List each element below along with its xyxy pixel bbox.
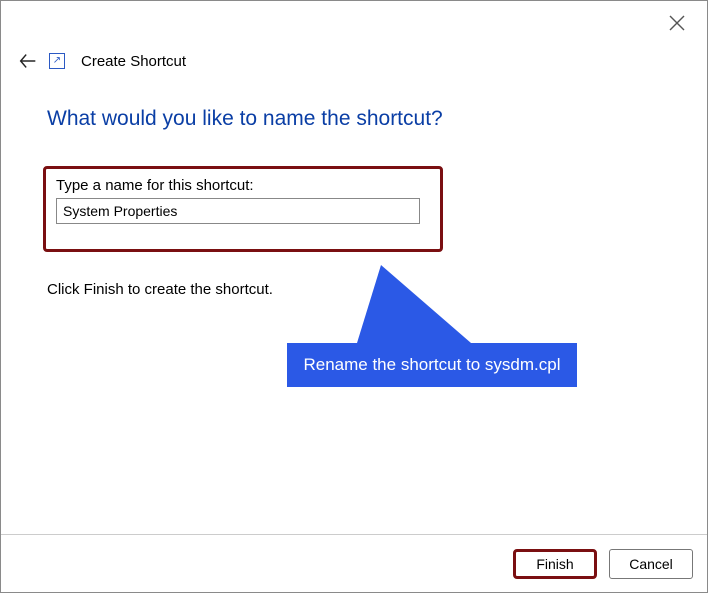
wizard-header: ↗ Create Shortcut (17, 47, 691, 75)
shortcut-name-input[interactable] (56, 198, 420, 224)
name-field-label: Type a name for this shortcut: (56, 177, 430, 194)
finish-hint-text: Click Finish to create the shortcut. (47, 281, 273, 298)
finish-button[interactable]: Finish (513, 549, 597, 579)
wizard-footer: Finish Cancel (1, 534, 707, 592)
back-arrow-icon[interactable] (17, 50, 39, 72)
wizard-heading: What would you like to name the shortcut… (47, 107, 443, 131)
callout-pointer-icon (357, 265, 471, 343)
annotation-callout: Rename the shortcut to sysdm.cpl (287, 343, 577, 387)
shortcut-overlay-icon: ↗ (49, 53, 65, 69)
cancel-button[interactable]: Cancel (609, 549, 693, 579)
close-icon[interactable] (669, 15, 685, 31)
annotation-frame-name-field: Type a name for this shortcut: (43, 166, 443, 252)
wizard-title: Create Shortcut (81, 53, 186, 70)
